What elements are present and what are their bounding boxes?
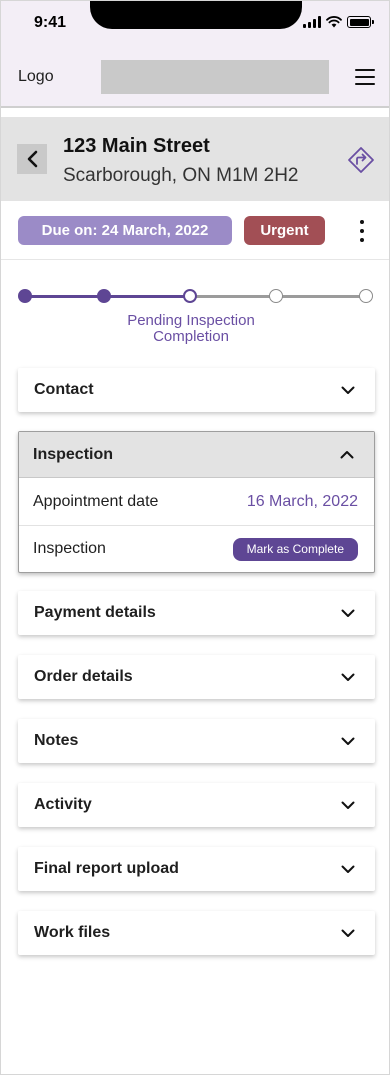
chevron-up-icon	[340, 448, 354, 462]
appointment-date-value: 16 March, 2022	[246, 492, 358, 510]
accordion-title: Inspection	[33, 445, 114, 463]
appointment-date-label: Appointment date	[33, 492, 159, 510]
step-1-dot	[18, 289, 32, 303]
step-4-dot	[269, 289, 283, 303]
accordion-title: Activity	[34, 796, 92, 813]
status-time: 9:41	[34, 14, 67, 31]
accordion-header-notes[interactable]: Notes	[18, 719, 375, 763]
address-header: 123 Main Street Scarborough, ON M1M 2H2	[1, 117, 389, 201]
appointment-date-row: Appointment date 16 March, 2022	[19, 478, 374, 525]
accordion-header-contact[interactable]: Contact	[18, 368, 375, 412]
accordion-title: Payment details	[34, 604, 156, 621]
accordion-header-final-report[interactable]: Final report upload	[18, 847, 375, 891]
accordion-header-payment[interactable]: Payment details	[18, 591, 375, 635]
accordion-header-work-files[interactable]: Work files	[18, 911, 375, 955]
current-step-label: Pending Inspection Completion	[127, 312, 255, 345]
step-2-dot	[97, 289, 111, 303]
hamburger-menu-icon[interactable]	[355, 69, 375, 85]
accordion-payment: Payment details	[18, 591, 375, 635]
inspection-status-row: Inspection Mark as Complete	[19, 525, 374, 572]
inspection-label: Inspection	[33, 540, 106, 557]
accordion-order: Order details	[18, 655, 375, 699]
accordion-header-order[interactable]: Order details	[18, 655, 375, 699]
step-5-dot	[359, 289, 373, 303]
address-street: 123 Main Street	[63, 135, 210, 157]
status-icons	[303, 16, 374, 28]
step-3-dot	[183, 289, 197, 303]
accordion-header-inspection[interactable]: Inspection	[19, 432, 374, 478]
chevron-down-icon	[341, 862, 355, 876]
device-notch	[90, 1, 302, 29]
accordion-title: Final report upload	[34, 860, 179, 877]
phone-screen: 9:41 Logo 123 Main Street Scarborough, O…	[0, 0, 390, 1075]
accordion-title: Contact	[34, 381, 94, 398]
accordion-header-activity[interactable]: Activity	[18, 783, 375, 827]
accordion-inspection: Inspection Appointment date 16 March, 20…	[18, 431, 375, 573]
chevron-down-icon	[341, 734, 355, 748]
chevron-down-icon	[341, 606, 355, 620]
accordion-title: Notes	[34, 732, 79, 749]
top-app-bar: Logo	[1, 45, 389, 108]
accordion-contact: Contact	[18, 368, 375, 412]
cellular-signal-icon	[303, 16, 321, 28]
chevron-down-icon	[341, 383, 355, 397]
chevron-down-icon	[341, 670, 355, 684]
address-city: Scarborough, ON M1M 2H2	[63, 165, 299, 186]
back-button[interactable]	[17, 144, 47, 174]
accordion-work-files: Work files	[18, 911, 375, 955]
accordion-title: Work files	[34, 924, 111, 941]
accordion-title: Order details	[34, 668, 133, 685]
progress-stepper: Pending Inspection Completion	[1, 281, 389, 351]
battery-icon	[347, 16, 374, 28]
chevron-left-icon	[27, 150, 38, 168]
chevron-down-icon	[341, 798, 355, 812]
accordion-notes: Notes	[18, 719, 375, 763]
logo[interactable]: Logo	[18, 68, 54, 86]
due-row: Due on: 24 March, 2022 Urgent	[1, 201, 389, 260]
directions-icon[interactable]	[347, 146, 375, 174]
due-date-badge: Due on: 24 March, 2022	[18, 216, 232, 245]
status-bar: 9:41	[1, 1, 389, 45]
priority-badge: Urgent	[244, 216, 325, 245]
chevron-down-icon	[341, 926, 355, 940]
vertical-dots-icon[interactable]	[355, 220, 369, 242]
header-placeholder-box	[101, 60, 329, 94]
mark-as-complete-button[interactable]: Mark as Complete	[232, 537, 358, 561]
accordion-activity: Activity	[18, 783, 375, 827]
accordion-final-report: Final report upload	[18, 847, 375, 891]
wifi-icon	[326, 16, 342, 28]
